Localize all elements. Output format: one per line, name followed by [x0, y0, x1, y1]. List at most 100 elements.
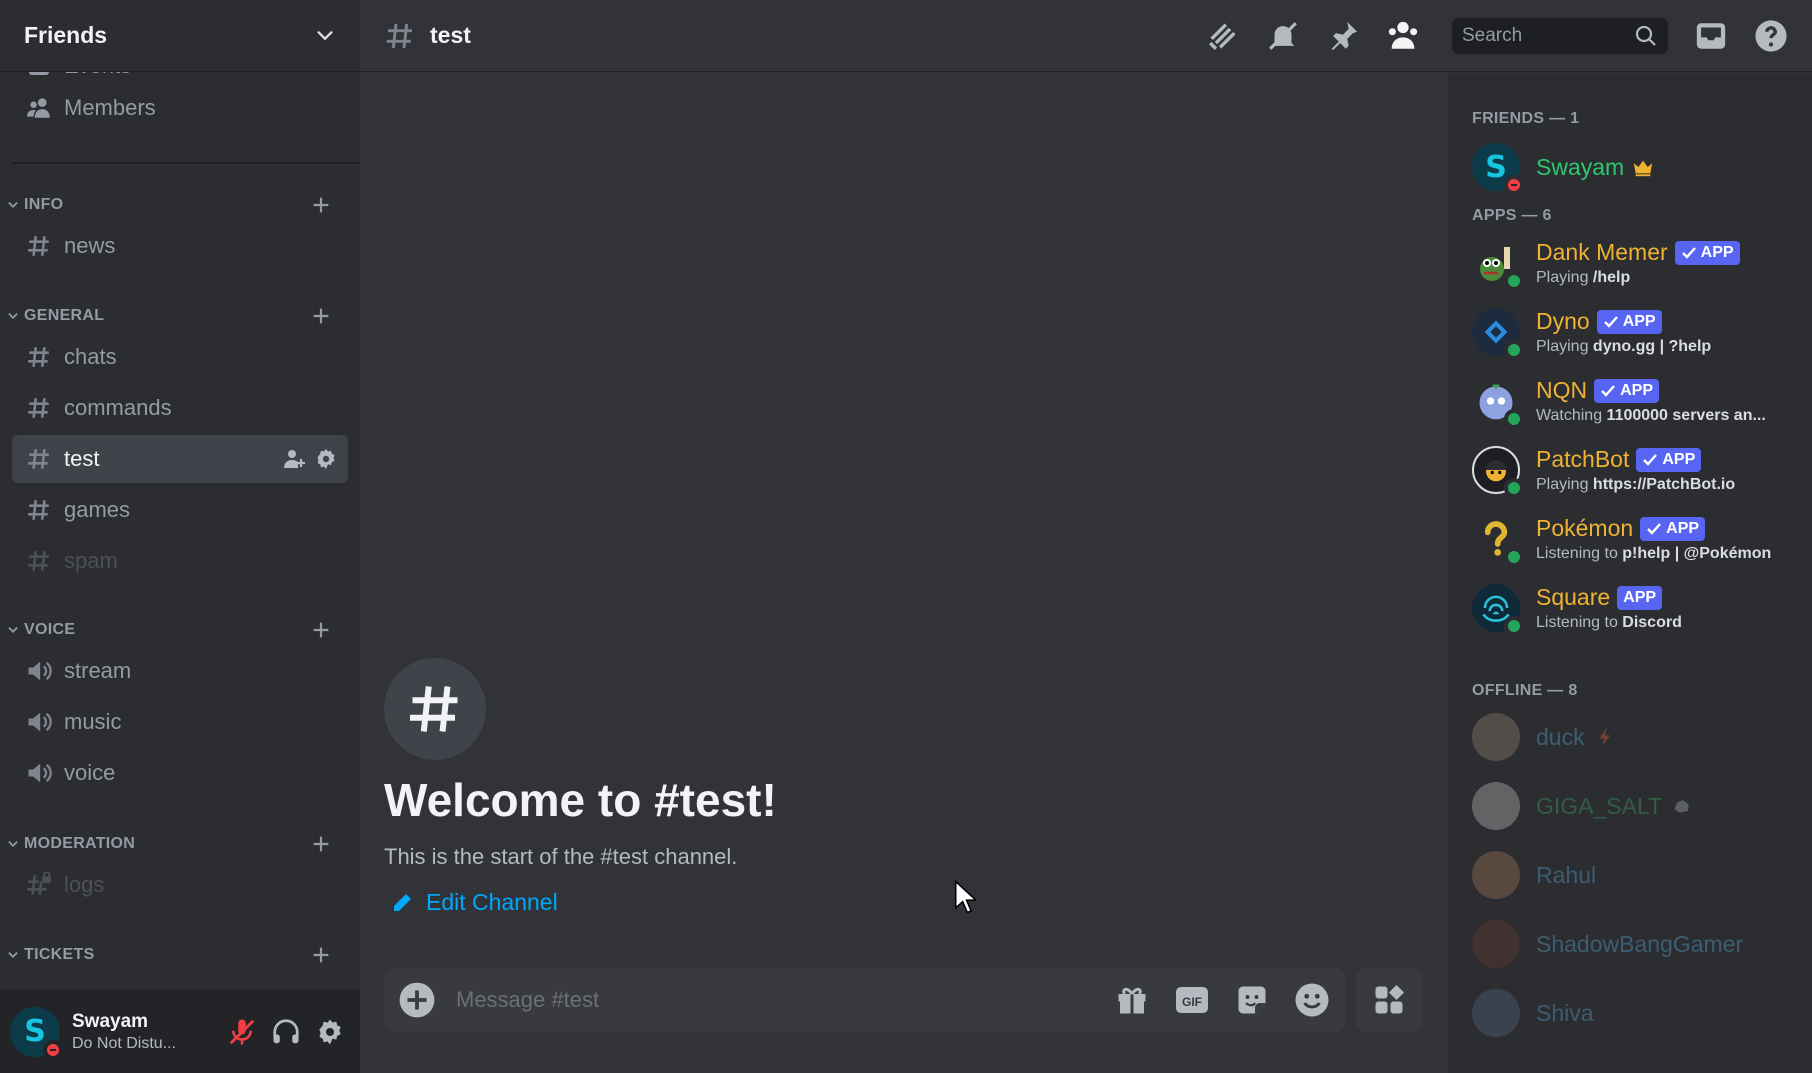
channel-news[interactable]: news — [12, 222, 348, 270]
member-shiva[interactable]: Shiva — [1472, 983, 1802, 1043]
category-tickets[interactable]: TICKETS — [6, 940, 346, 970]
apps-section-title: APPS — 6 — [1472, 207, 1552, 224]
member-dank-memer[interactable]: Dank Memer APP Playing /help — [1472, 233, 1802, 293]
category-voice[interactable]: VOICE — [6, 615, 346, 645]
username: Swayam — [72, 1010, 149, 1032]
message-input[interactable] — [456, 987, 1092, 1013]
category-moderation[interactable]: MODERATION — [6, 829, 346, 859]
channel-label: music — [64, 709, 122, 734]
upload-plus-icon[interactable] — [398, 981, 436, 1019]
search-icon — [1635, 25, 1656, 46]
channel-games[interactable]: games — [12, 486, 348, 534]
member-name: GIGA_SALT — [1536, 792, 1663, 819]
emoji-button[interactable] — [1292, 980, 1332, 1020]
category-label: VOICE — [24, 621, 76, 638]
member-shadowbanggamer[interactable]: ShadowBangGamer — [1472, 914, 1802, 974]
chevron-down-icon — [317, 30, 333, 40]
member-patchbot[interactable]: PatchBot APP Playing https://PatchBot.io — [1472, 440, 1802, 500]
avatar — [1472, 989, 1520, 1037]
crown-icon — [1634, 160, 1653, 177]
avatar — [1472, 377, 1524, 429]
member-swayam[interactable]: S Swayam — [1472, 137, 1802, 197]
channel-label: commands — [64, 395, 172, 420]
online-status-icon — [1504, 547, 1524, 567]
edit-channel-link[interactable]: Edit Channel — [390, 889, 558, 916]
hashtag-icon — [24, 342, 54, 372]
category-info[interactable]: INFO — [6, 190, 346, 220]
channel-voice[interactable]: voice — [12, 749, 348, 797]
user-panel: S Swayam Do Not Distu... — [0, 990, 360, 1073]
channel-music[interactable]: music — [12, 698, 348, 746]
pin-icon — [1331, 21, 1358, 50]
mute-button[interactable] — [222, 1012, 262, 1052]
plus-icon[interactable] — [310, 833, 332, 855]
rock-icon — [1674, 800, 1689, 813]
verified-check-icon — [1603, 315, 1618, 328]
app-launcher-button[interactable] — [1356, 968, 1422, 1032]
user-settings-button[interactable] — [310, 1012, 350, 1052]
plus-icon[interactable] — [310, 305, 332, 327]
avatar — [1472, 446, 1524, 498]
hashtag-icon — [386, 23, 412, 48]
app-badge: APP — [1640, 516, 1706, 541]
avatar[interactable]: S — [10, 1006, 63, 1060]
app-badge-label: APP — [1662, 450, 1696, 468]
channel-test[interactable]: test — [12, 435, 348, 483]
deafen-button[interactable] — [266, 1012, 306, 1052]
channel-commands[interactable]: commands — [12, 384, 348, 432]
gift-icon — [1118, 988, 1146, 1014]
notification-settings-button[interactable] — [1264, 17, 1302, 55]
member-duck[interactable]: duck — [1472, 707, 1802, 767]
member-name: Dyno — [1536, 308, 1590, 334]
user-info[interactable]: Swayam Do Not Distu... — [72, 1011, 218, 1053]
pencil-icon — [394, 893, 411, 911]
member-list-toggle[interactable] — [1384, 17, 1422, 55]
search-box[interactable] — [1452, 17, 1668, 54]
threads-button[interactable] — [1204, 17, 1242, 55]
plus-icon[interactable] — [310, 944, 332, 966]
member-square[interactable]: Square APP Listening to Discord — [1472, 578, 1802, 638]
help-button[interactable] — [1752, 17, 1790, 55]
category-label: INFO — [24, 196, 64, 213]
welcome-title: Welcome to #test! — [384, 774, 777, 826]
gift-button[interactable] — [1112, 980, 1152, 1020]
verified-check-icon — [1681, 246, 1696, 259]
category-general[interactable]: GENERAL — [6, 301, 346, 331]
search-input[interactable] — [1462, 24, 1634, 47]
invite-icon[interactable] — [282, 447, 306, 471]
member-name: NQN — [1536, 377, 1588, 403]
app-badge: APP — [1596, 309, 1662, 334]
dnd-status-icon — [1504, 175, 1524, 195]
member-rahul[interactable]: Rahul — [1472, 845, 1802, 905]
activity-prefix: Playing — [1536, 476, 1593, 493]
channel-logs[interactable]: logs — [12, 861, 348, 909]
category-label: MODERATION — [24, 835, 136, 852]
inbox-button[interactable] — [1692, 17, 1730, 55]
chevron-down-icon — [8, 202, 18, 208]
avatar — [1472, 782, 1520, 830]
chevron-down-icon — [8, 627, 18, 633]
member-dyno[interactable]: Dyno APP Playing dyno.gg | ?help — [1472, 302, 1802, 362]
pinned-messages-button[interactable] — [1324, 17, 1362, 55]
member-name: ShadowBangGamer — [1536, 930, 1744, 957]
member-nqn[interactable]: NQN APP Watching 1100000 servers an... — [1472, 371, 1802, 431]
plus-icon[interactable] — [310, 194, 332, 216]
member-name: Swayam — [1536, 153, 1625, 180]
server-header[interactable]: Friends — [0, 0, 360, 72]
channel-label: logs — [64, 872, 105, 897]
member-pokemon[interactable]: Pokémon APP Listening to p!help | @Pokém… — [1472, 509, 1802, 569]
member-giga-salt[interactable]: GIGA_SALT — [1472, 776, 1802, 836]
member-name: PatchBot — [1536, 446, 1630, 472]
headphones-icon — [273, 1018, 299, 1043]
channel-stream[interactable]: stream — [12, 647, 348, 695]
sticker-button[interactable] — [1232, 980, 1272, 1020]
channel-chats[interactable]: chats — [12, 333, 348, 381]
edit-channel-label: Edit Channel — [426, 889, 558, 915]
member-name: Rahul — [1536, 861, 1597, 888]
plus-icon[interactable] — [310, 619, 332, 641]
welcome-subtitle: This is the start of the #test channel. — [384, 844, 738, 869]
channel-spam[interactable]: spam — [12, 537, 348, 585]
sidebar-item-members[interactable]: Members — [12, 84, 348, 132]
gif-button[interactable]: GIF — [1172, 980, 1212, 1020]
gear-icon[interactable] — [314, 447, 338, 471]
